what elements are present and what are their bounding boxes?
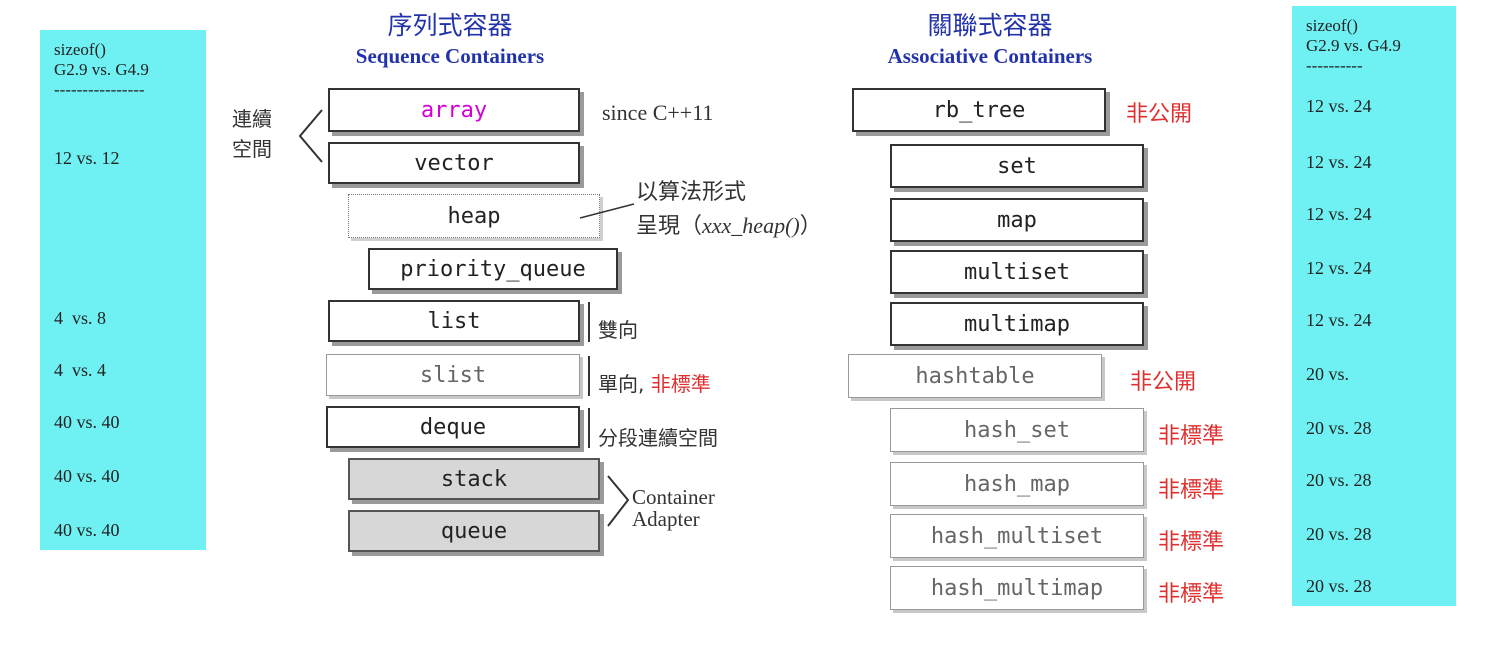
box-hash-set: hash_set	[890, 408, 1144, 452]
hash-map-nonstandard-note: 非標準	[1158, 478, 1225, 503]
right-size-set: 12 vs. 24	[1306, 152, 1372, 172]
left-size-vector: 12 vs. 12	[54, 148, 120, 168]
right-size-hash-map: 20 vs. 28	[1306, 470, 1372, 490]
sequence-title-cn: 序列式容器	[387, 11, 513, 40]
slist-divider	[588, 356, 590, 396]
list-divider	[588, 302, 590, 342]
contiguous-space-note: 連續 空間	[232, 107, 272, 161]
deque-note: 分段連續空間	[598, 426, 718, 450]
left-panel-header: sizeof() G2.9 vs. G4.9 ----------------	[54, 40, 149, 99]
box-heap: heap	[348, 194, 600, 238]
left-size-slist: 4 vs. 4	[54, 360, 107, 380]
box-set: set	[890, 144, 1144, 188]
box-array: array	[328, 88, 580, 132]
right-size-hash-multiset: 20 vs. 28	[1306, 524, 1372, 544]
slist-note-direction: 單向,	[598, 372, 645, 396]
sequence-title-en: Sequence Containers	[355, 44, 545, 68]
box-map: map	[890, 198, 1144, 242]
hash-set-nonstandard-note: 非標準	[1158, 424, 1225, 449]
right-sizeof-panel: sizeof() G2.9 vs. G4.9 ---------- 12 vs.…	[1292, 6, 1456, 606]
container-adapter-note: Container Adapter	[632, 485, 715, 531]
right-size-hash-multimap: 20 vs. 28	[1306, 576, 1372, 596]
left-size-queue: 40 vs. 40	[54, 520, 120, 540]
heap-note-fn: xxx_heap()	[702, 213, 800, 238]
deque-divider	[588, 408, 590, 448]
left-size-deque: 40 vs. 40	[54, 412, 120, 432]
box-hash-multiset: hash_multiset	[890, 514, 1144, 558]
box-deque: deque	[326, 406, 580, 448]
heap-note-line1: 以算法形式	[636, 180, 747, 205]
left-sizeof-panel: sizeof() G2.9 vs. G4.9 ---------------- …	[40, 30, 206, 550]
box-multiset: multiset	[890, 250, 1144, 294]
right-size-rb-tree: 12 vs. 24	[1306, 96, 1372, 116]
left-size-list: 4 vs. 8	[54, 308, 107, 328]
box-hashtable: hashtable	[848, 354, 1102, 398]
left-size-stack: 40 vs. 40	[54, 466, 120, 486]
adapter-brace	[607, 475, 630, 527]
heap-note-line2: 呈現（xxx_heap()）	[636, 208, 822, 240]
heap-note-prefix: 呈現（	[636, 214, 703, 239]
slist-note: 單向, 非標準	[598, 368, 711, 397]
heap-leader-line	[579, 203, 635, 219]
since-cpp11-note: since C++11	[602, 100, 714, 125]
hash-multimap-nonstandard-note: 非標準	[1158, 582, 1225, 607]
hash-multiset-nonstandard-note: 非標準	[1158, 530, 1225, 555]
box-vector: vector	[328, 142, 580, 184]
box-stack: stack	[348, 458, 600, 500]
slist-note-nonstandard: 非標準	[650, 372, 711, 396]
box-hash-multimap: hash_multimap	[890, 566, 1144, 610]
box-list: list	[328, 300, 580, 342]
right-size-hash-set: 20 vs. 28	[1306, 418, 1372, 438]
right-size-multiset: 12 vs. 24	[1306, 258, 1372, 278]
hashtable-private-note: 非公開	[1130, 370, 1197, 395]
right-panel-header: sizeof() G2.9 vs. G4.9 ----------	[1306, 16, 1401, 75]
associative-title-cn: 關聯式容器	[927, 11, 1053, 40]
box-priority-queue: priority_queue	[368, 248, 618, 290]
box-rb-tree: rb_tree	[852, 88, 1106, 132]
heap-note-close: ）	[799, 214, 822, 239]
box-slist: slist	[326, 354, 580, 396]
list-note: 雙向	[598, 318, 638, 342]
box-hash-map: hash_map	[890, 462, 1144, 506]
rb-tree-private-note: 非公開	[1126, 102, 1193, 127]
associative-title-en: Associative Containers	[887, 44, 1093, 68]
right-size-hashtable: 20 vs.	[1306, 364, 1350, 384]
right-size-map: 12 vs. 24	[1306, 204, 1372, 224]
box-multimap: multimap	[890, 302, 1144, 346]
contiguous-brace	[298, 109, 323, 163]
right-size-multimap: 12 vs. 24	[1306, 310, 1372, 330]
box-queue: queue	[348, 510, 600, 552]
